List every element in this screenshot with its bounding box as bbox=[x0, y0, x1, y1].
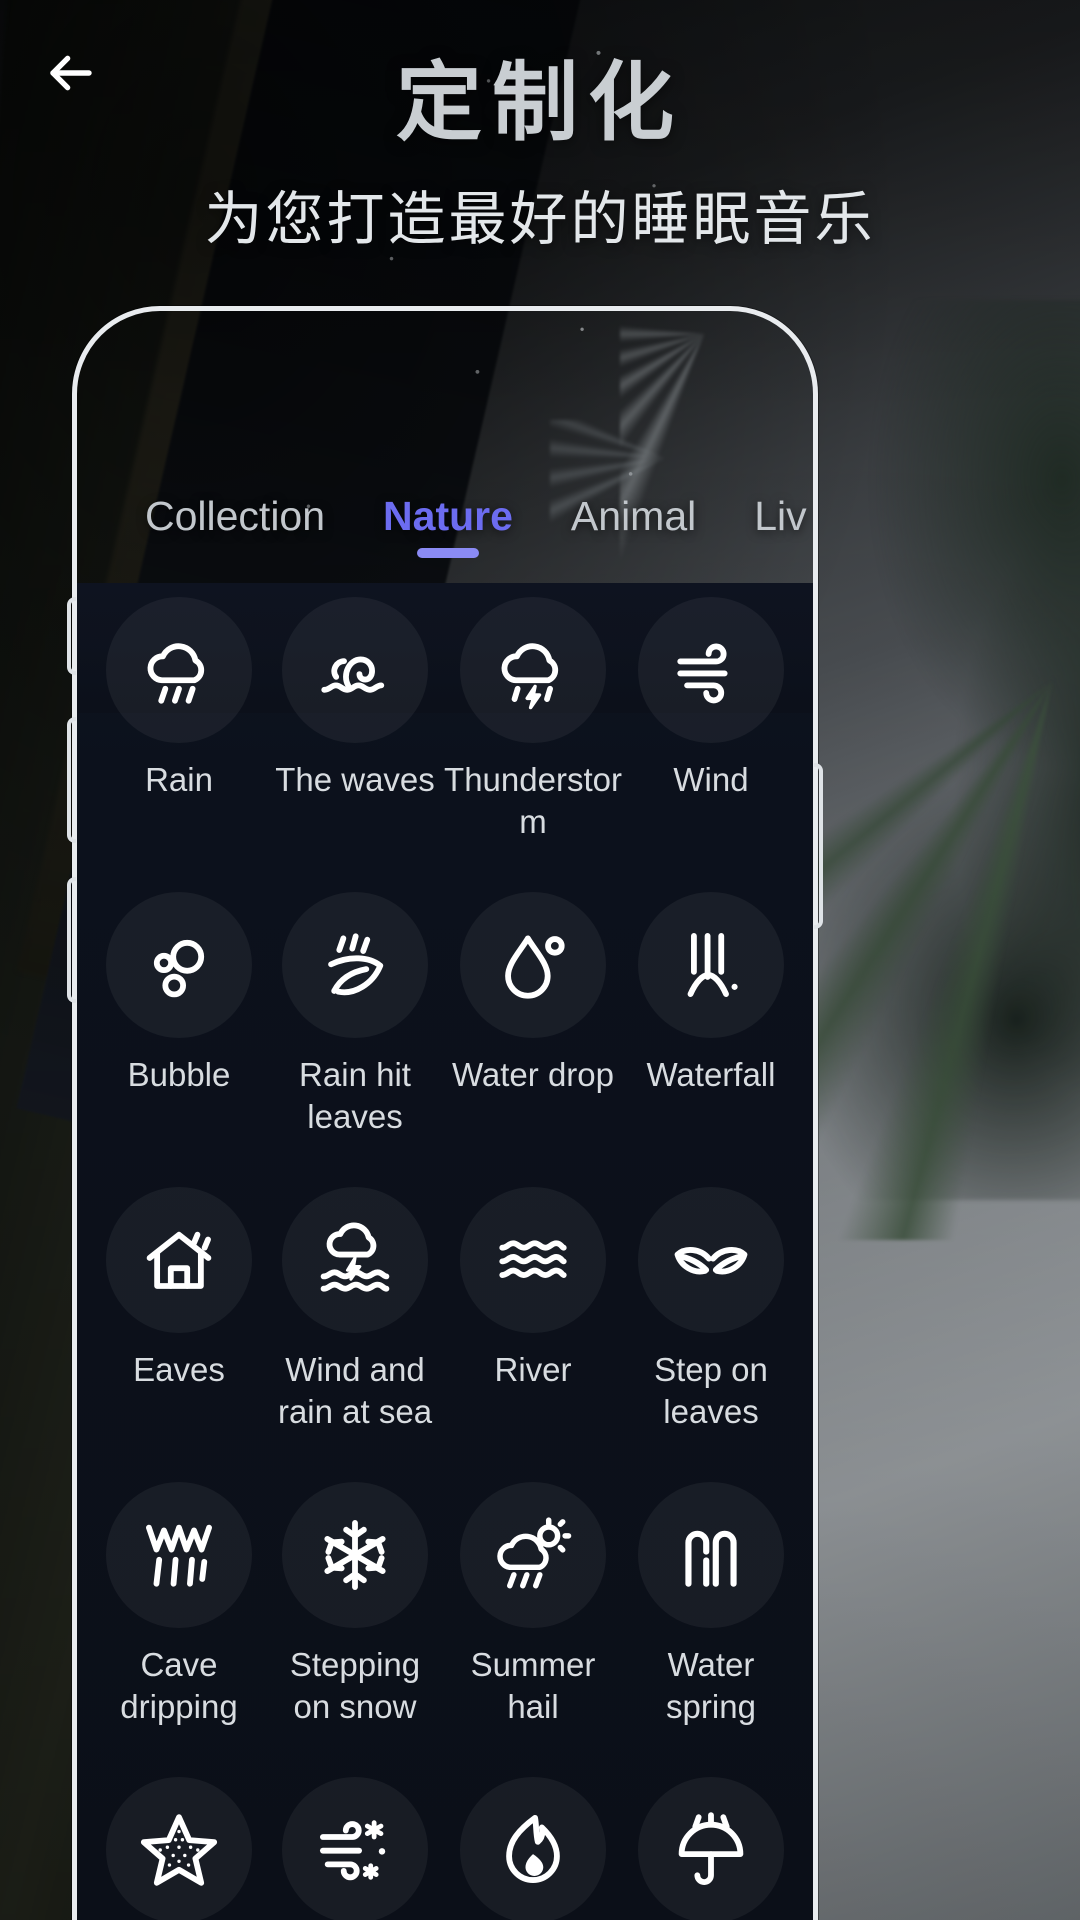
sound-item-label: Wind and rain at sea bbox=[277, 1350, 433, 1431]
sound-item-label: The waves bbox=[275, 761, 435, 798]
sound-item-the-waves[interactable]: The waves bbox=[267, 597, 443, 866]
page-subtitle: 为您打造最好的睡眠音乐 bbox=[204, 187, 876, 252]
phone-volume-down-button bbox=[67, 877, 76, 1003]
sound-item-label: Thunderstorm bbox=[444, 761, 622, 841]
sound-item-label: Wind bbox=[673, 761, 749, 798]
sound-grid: Rain The waves Thunderstorm Wind Bubble … bbox=[77, 597, 813, 1920]
phone-silent-switch bbox=[67, 597, 76, 675]
sound-item-label: Cave dripping bbox=[120, 1645, 238, 1725]
tab-nature[interactable]: Nature bbox=[383, 493, 513, 558]
sound-item-label: Water drop bbox=[451, 1055, 614, 1093]
tab-nature-label: Nature bbox=[383, 493, 513, 539]
cave-drip-icon bbox=[106, 1481, 252, 1628]
sound-item-rain-hit-leaves[interactable]: Rain hit leaves bbox=[267, 891, 443, 1161]
snowflake-icon bbox=[282, 1481, 428, 1628]
active-tab-underline bbox=[416, 548, 479, 558]
sound-item-label: Stepping on snow bbox=[289, 1645, 421, 1725]
sound-item-wind[interactable]: Wind bbox=[623, 597, 799, 866]
bubbles-icon bbox=[106, 891, 252, 1038]
water-drop-icon bbox=[460, 891, 606, 1038]
sound-item-label: Rain hit leaves bbox=[299, 1055, 411, 1136]
sound-item-umbrella-rain[interactable] bbox=[623, 1776, 799, 1920]
sound-item-stepping-on-snow[interactable]: Stepping on snow bbox=[267, 1481, 443, 1751]
sound-item-label: Water spring bbox=[666, 1645, 756, 1725]
sound-item-label: Summer hail bbox=[470, 1645, 596, 1725]
sound-item-label: Waterfall bbox=[646, 1055, 776, 1093]
sound-item-thunderstorm[interactable]: Thunderstorm bbox=[443, 597, 623, 866]
screen: 定制化 为您打造最好的睡眠音乐 Collection Nature Animal bbox=[0, 0, 1080, 1920]
sound-item-label: Rain bbox=[145, 761, 213, 798]
sound-item-wind-and-rain-at-sea[interactable]: Wind and rain at sea bbox=[267, 1186, 443, 1456]
sound-item-water-spring[interactable]: Water spring bbox=[623, 1481, 799, 1751]
phone-screen: Collection Nature Animal Liv Rain The wa… bbox=[77, 311, 813, 1920]
sound-item-label: Bubble bbox=[127, 1055, 231, 1093]
waterfall-icon bbox=[638, 891, 784, 1038]
ocean-wave-icon bbox=[282, 597, 428, 743]
phone-mockup: Collection Nature Animal Liv Rain The wa… bbox=[67, 306, 823, 1920]
wind-snow-icon bbox=[282, 1776, 428, 1920]
two-leaves-icon bbox=[638, 1186, 784, 1333]
cloud-lightning-icon bbox=[460, 597, 606, 743]
phone-volume-up-button bbox=[67, 717, 76, 843]
starfish-icon bbox=[106, 1776, 252, 1920]
umbrella-rain-icon bbox=[638, 1776, 784, 1920]
sound-item-label: Eaves bbox=[133, 1350, 225, 1388]
sound-item-starfish[interactable] bbox=[91, 1776, 267, 1920]
tab-living-label: Liv bbox=[754, 493, 807, 539]
sound-item-flame[interactable] bbox=[443, 1776, 623, 1920]
sound-item-wind-snow[interactable] bbox=[267, 1776, 443, 1920]
sound-item-water-drop[interactable]: Water drop bbox=[443, 891, 623, 1161]
sound-item-waterfall[interactable]: Waterfall bbox=[623, 891, 799, 1161]
sound-item-step-on-leaves[interactable]: Step on leaves bbox=[623, 1186, 799, 1456]
wind-icon bbox=[638, 597, 784, 743]
category-tab-bar[interactable]: Collection Nature Animal Liv bbox=[77, 493, 813, 558]
phone-power-button bbox=[814, 763, 823, 929]
river-waves-icon bbox=[460, 1186, 606, 1333]
cloud-rain-icon bbox=[106, 597, 252, 743]
sound-item-label: Step on leaves bbox=[654, 1350, 768, 1431]
tab-living[interactable]: Liv bbox=[754, 493, 806, 558]
sound-item-river[interactable]: River bbox=[443, 1186, 623, 1456]
tab-collection-label: Collection bbox=[145, 493, 326, 539]
sun-cloud-hail-icon bbox=[460, 1481, 606, 1628]
house-eaves-rain-icon bbox=[106, 1186, 252, 1333]
flame-icon bbox=[460, 1776, 606, 1920]
sound-item-cave-dripping[interactable]: Cave dripping bbox=[91, 1481, 267, 1751]
sound-item-bubble[interactable]: Bubble bbox=[91, 891, 267, 1161]
tab-animal[interactable]: Animal bbox=[571, 493, 696, 558]
sound-item-rain[interactable]: Rain bbox=[91, 597, 267, 866]
leaf-rain-icon bbox=[282, 891, 428, 1038]
sea-storm-icon bbox=[282, 1186, 428, 1333]
page-title: 定制化 bbox=[396, 55, 684, 151]
spring-water-icon bbox=[638, 1481, 784, 1628]
sound-item-label: River bbox=[494, 1350, 572, 1388]
tab-collection[interactable]: Collection bbox=[145, 493, 325, 558]
sound-item-summer-hail[interactable]: Summer hail bbox=[443, 1481, 623, 1751]
sound-item-eaves[interactable]: Eaves bbox=[91, 1186, 267, 1456]
tab-animal-label: Animal bbox=[570, 493, 697, 539]
